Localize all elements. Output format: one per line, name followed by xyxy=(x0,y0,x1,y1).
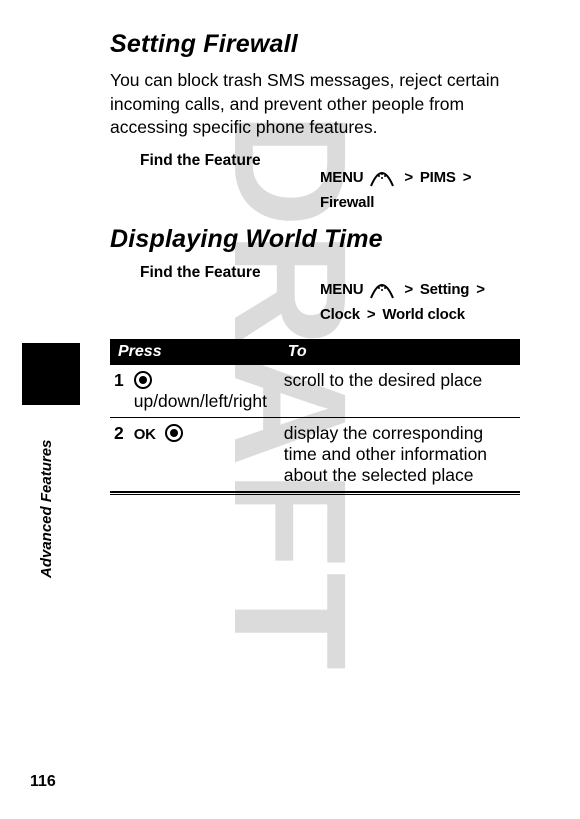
nav-key-icon xyxy=(165,424,183,442)
body-setting-firewall: You can block trash SMS messages, reject… xyxy=(110,69,520,140)
menu-firewall: Firewall xyxy=(320,194,374,211)
heading-setting-firewall: Setting Firewall xyxy=(110,30,520,59)
to-cell: display the corresponding time and other… xyxy=(280,417,520,492)
page-content: Setting Firewall You can block trash SMS… xyxy=(0,0,580,495)
menu-path-firewall: MENU > PIMS > Firewall xyxy=(320,166,520,213)
menu-world-clock: World clock xyxy=(382,306,465,323)
menu-label: MENU xyxy=(320,281,363,298)
separator: > xyxy=(404,169,413,186)
table-row: 1 up/down/left/right scroll to the desir… xyxy=(110,365,520,418)
phone-key-icon xyxy=(369,278,395,306)
menu-clock: Clock xyxy=(320,306,360,323)
find-feature-firewall: Find the Feature MENU > PIMS > Firewall xyxy=(110,152,520,213)
separator: > xyxy=(463,169,472,186)
separator: > xyxy=(367,306,376,323)
press-cell: up/down/left/right xyxy=(130,365,280,418)
col-to: To xyxy=(280,339,520,365)
press-cell: OK xyxy=(130,417,280,492)
separator: > xyxy=(404,281,413,298)
menu-label: MENU xyxy=(320,169,363,186)
heading-world-time: Displaying World Time xyxy=(110,225,520,254)
find-feature-worldtime: Find the Feature MENU > Setting > Clock … xyxy=(110,264,520,325)
page-number: 116 xyxy=(30,773,56,791)
press-description: up/down/left/right xyxy=(134,391,267,411)
nav-key-icon xyxy=(134,371,152,389)
phone-key-icon xyxy=(369,166,395,194)
table-bottom-rule xyxy=(110,494,520,495)
to-cell: scroll to the desired place xyxy=(280,365,520,418)
menu-path-worldtime: MENU > Setting > Clock > World clock xyxy=(320,278,520,325)
menu-setting: Setting xyxy=(420,281,469,298)
ok-label: OK xyxy=(134,426,156,443)
step-number: 1 xyxy=(110,365,130,418)
steps-table: Press To 1 up/down/left/right scroll to … xyxy=(110,339,520,493)
separator: > xyxy=(476,281,485,298)
step-number: 2 xyxy=(110,417,130,492)
col-press: Press xyxy=(110,339,280,365)
table-row: 2 OK display the corresponding time and … xyxy=(110,417,520,492)
menu-pims: PIMS xyxy=(420,169,456,186)
